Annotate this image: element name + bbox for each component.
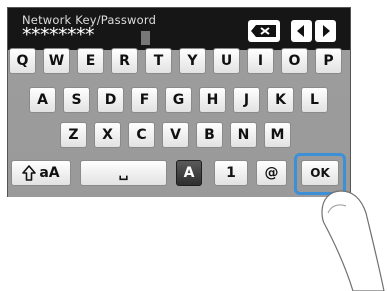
pointing-finger xyxy=(321,190,385,291)
